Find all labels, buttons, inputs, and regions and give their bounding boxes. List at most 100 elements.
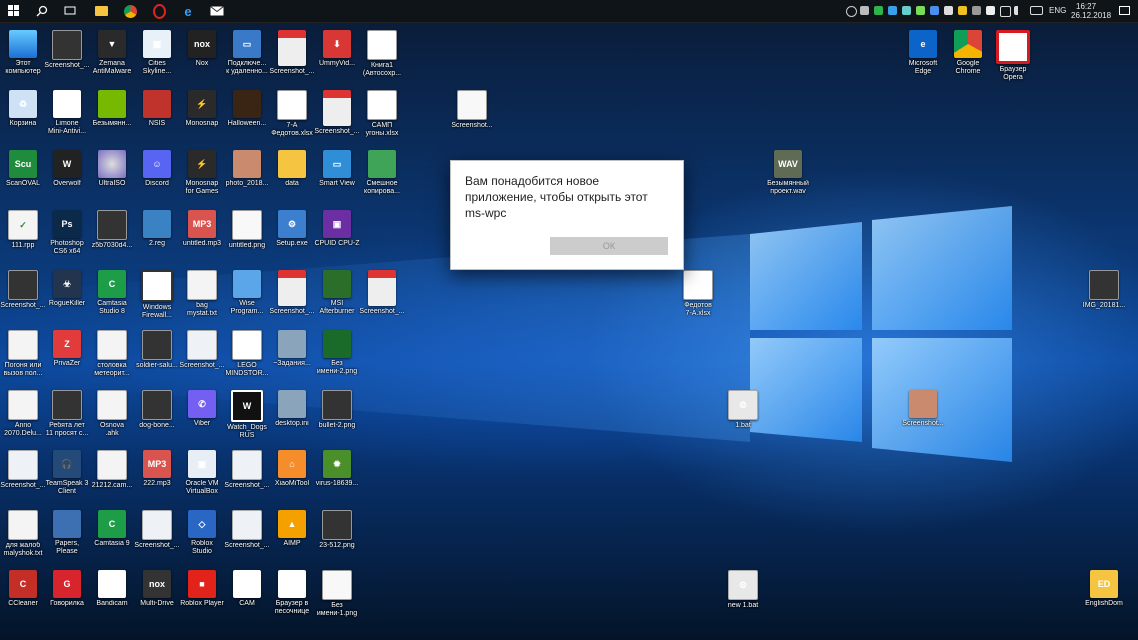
- folder-icon: [278, 150, 306, 178]
- file-icon: ✓: [8, 210, 38, 240]
- tray-volume-icon[interactable]: [1014, 6, 1022, 15]
- ccleaner-icon: C: [9, 570, 37, 598]
- taskbar-chrome[interactable]: [116, 0, 144, 22]
- edge-icon: e: [184, 3, 192, 19]
- taskbar-opera[interactable]: [145, 0, 173, 22]
- action-center-button[interactable]: [1110, 0, 1138, 22]
- image-file-icon: [323, 330, 351, 358]
- roguekiller-icon: ☣: [53, 270, 81, 298]
- nox-icon: nox: [188, 30, 216, 58]
- image-file-icon: [8, 270, 38, 300]
- image-file-icon: [52, 390, 82, 420]
- desktop-icon-virus[interactable]: ✹ virus-18639...: [307, 448, 367, 506]
- image-file-icon: [232, 510, 262, 540]
- desktop-icon-cpuz[interactable]: ▣ CPUID CPU-Z: [307, 208, 367, 266]
- teamspeak-icon: 🎧: [53, 450, 81, 478]
- image-file-icon: [323, 90, 351, 126]
- desktop-icon-1bat[interactable]: ⚙ 1.bat: [713, 388, 773, 446]
- desktop-icon-img[interactable]: IMG_20181...: [1074, 268, 1134, 326]
- language-indicator[interactable]: ENG: [1049, 6, 1066, 15]
- desktop-icon-fedotov-xlsx[interactable]: X Федотов 7-А.xlsx: [668, 268, 728, 326]
- image-file-icon: [909, 390, 937, 418]
- image-file-icon: [322, 570, 352, 600]
- taskbar-explorer[interactable]: [87, 0, 115, 22]
- search-button[interactable]: [28, 0, 56, 22]
- overwolf-icon: W: [53, 150, 81, 178]
- excel-file-icon: X: [683, 270, 713, 300]
- lego-icon: ✚: [232, 330, 262, 360]
- image-file-icon: [233, 90, 261, 118]
- tray-network-icon[interactable]: [1000, 6, 1011, 17]
- image-file-icon: [278, 30, 306, 66]
- camtasia-icon: C: [98, 510, 126, 538]
- audio-file-icon: MP3: [143, 450, 171, 478]
- tray-keyboard-icon[interactable]: [1030, 6, 1043, 15]
- file-icon: [97, 390, 127, 420]
- desktop-icon-screenshot[interactable]: Screenshot...: [893, 388, 953, 446]
- image-file-icon: [8, 330, 38, 360]
- desktop-icon-screenshot[interactable]: Screenshot_...: [352, 268, 412, 326]
- desktop-icon-kniga1[interactable]: X Книга1 (Автосохр...: [352, 28, 412, 86]
- tray-bluetooth-icon[interactable]: [930, 6, 939, 15]
- tray-app2-icon[interactable]: [944, 6, 953, 15]
- govorilka-icon: G: [53, 570, 81, 598]
- excel-file-icon: X: [277, 90, 307, 120]
- open-with-dialog: Вам понадобится новое приложение, чтобы …: [450, 160, 684, 270]
- image-file-icon: [233, 150, 261, 178]
- camtasia-icon: C: [98, 270, 126, 298]
- desktop-icon-samp[interactable]: X САМП угоны.xlsx: [352, 88, 412, 146]
- task-view-button[interactable]: [56, 0, 84, 22]
- desktop-icon-wav[interactable]: WAV Безымянный проект.wav: [758, 148, 818, 206]
- image-file-icon: [142, 510, 172, 540]
- desktop-icon-opera[interactable]: Браузер Opera: [983, 28, 1043, 86]
- ok-button[interactable]: ОК: [550, 237, 668, 255]
- englishdom-icon: ED: [1090, 570, 1118, 598]
- computer-icon: [9, 30, 37, 58]
- registry-icon: [143, 210, 171, 238]
- wise-icon: [233, 270, 261, 298]
- desktop-icon-label: Федотов 7-А.xlsx: [684, 302, 712, 317]
- tray-check-icon[interactable]: [874, 6, 883, 15]
- tray-nvidia-icon[interactable]: [916, 6, 925, 15]
- desktop-icon-23-512[interactable]: 23-512.png: [307, 508, 367, 566]
- multidrive-icon: nox: [143, 570, 171, 598]
- clock-time[interactable]: 16:27: [1076, 2, 1096, 11]
- tray-defender-icon[interactable]: [902, 6, 911, 15]
- viber-icon: ✆: [188, 390, 216, 418]
- desktop-icon-englishdom[interactable]: ED EnglishDom: [1074, 568, 1134, 626]
- cpuz-icon: ▣: [323, 210, 351, 238]
- opera-icon: [152, 3, 166, 19]
- image-file-icon: [368, 270, 396, 306]
- image-file-icon: [278, 270, 306, 306]
- tray-usb-icon[interactable]: [986, 6, 995, 15]
- pizza-icon: ▲: [278, 570, 306, 598]
- batch-file-icon: ⚙: [728, 390, 758, 420]
- desktop-icon-new1bat[interactable]: ⚙ new 1.bat: [713, 568, 773, 626]
- desktop-icon-label: 1.bat: [735, 422, 751, 429]
- audio-file-icon: WAV: [774, 150, 802, 178]
- tray-folder-icon[interactable]: [958, 6, 967, 15]
- desktop-icon-smeshnoe[interactable]: Смешное копирова...: [352, 148, 412, 206]
- nsis-icon: [143, 90, 171, 118]
- tray-app-icon[interactable]: [888, 6, 897, 15]
- taskbar-edge[interactable]: e: [174, 0, 202, 22]
- windows-start-icon: [8, 5, 19, 16]
- desktop-icon-label: new 1.bat: [727, 602, 759, 609]
- desktop-icon-bez-imeni-2[interactable]: Без имени-2.png: [307, 328, 367, 386]
- desktop-icon-bez-imeni-1[interactable]: Без имени-1.png: [307, 568, 367, 626]
- tray-shield-icon[interactable]: [846, 6, 857, 17]
- tray-battery-icon[interactable]: [972, 6, 981, 15]
- remote-desktop-icon: ▭: [233, 30, 261, 58]
- tray-pen-icon[interactable]: [860, 6, 869, 15]
- papers-please-icon: [53, 510, 81, 538]
- monosnap-icon: ⚡: [188, 150, 216, 178]
- desktop-icon-bullet[interactable]: bullet-2.png: [307, 388, 367, 446]
- clock-date[interactable]: 26.12.2018: [1071, 11, 1111, 20]
- desktop-icon-screenshot[interactable]: Screenshot...: [442, 88, 502, 146]
- start-button[interactable]: [0, 0, 28, 22]
- taskbar-mail[interactable]: [203, 0, 231, 22]
- xiaomitool-icon: ⌂: [278, 450, 306, 478]
- desktop-icon-label: Книга1 (Автосохр...: [362, 62, 402, 77]
- desktop-icon-label: Screenshot...: [451, 122, 493, 129]
- msi-afterburner-icon: [323, 270, 351, 298]
